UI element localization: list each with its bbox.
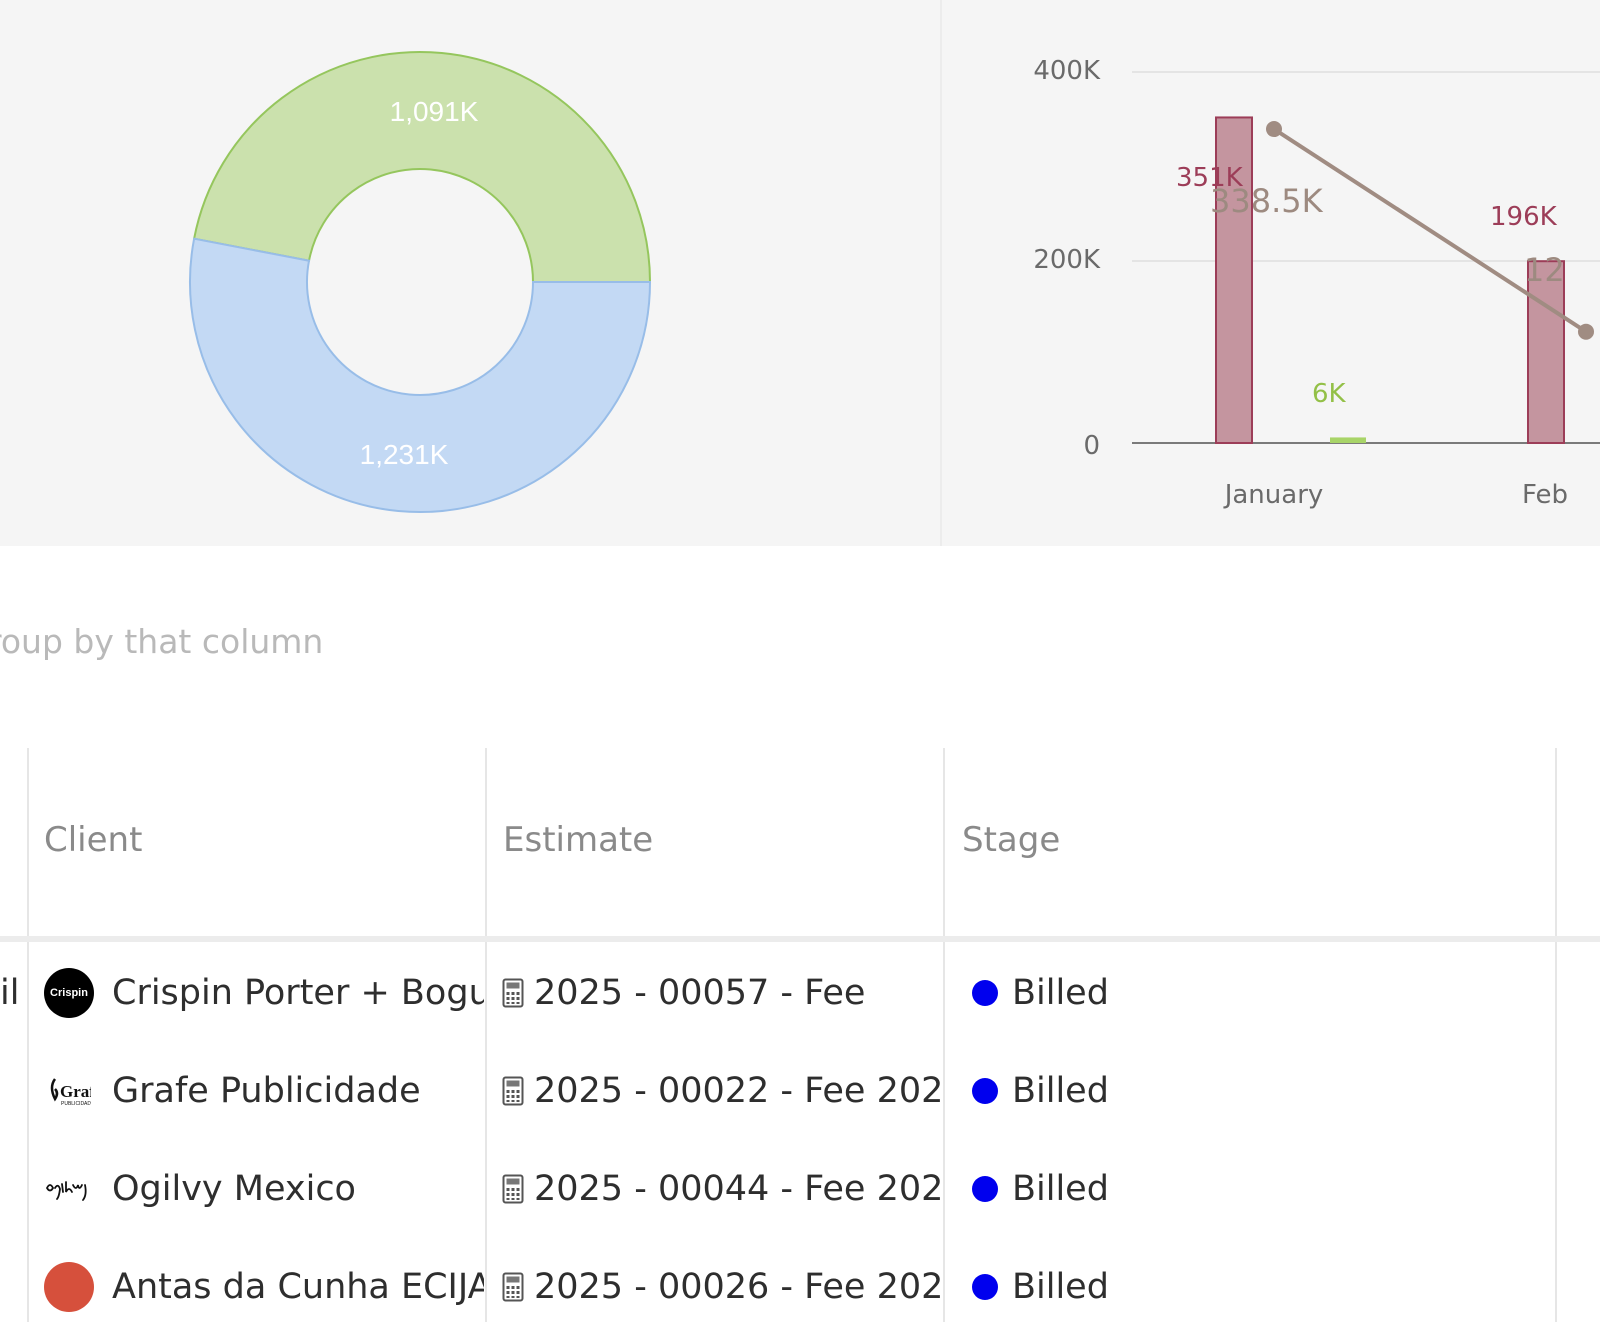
stage-cell[interactable]: Billed xyxy=(972,1042,1552,1140)
previous-column-cell xyxy=(0,1140,26,1238)
y-tick-0: 0 xyxy=(1083,431,1100,461)
table-row[interactable]: Ogilvy Mexico 2025 - 00044 - Fee 2025 Bi… xyxy=(0,1140,1600,1238)
stage-label: Billed xyxy=(1012,1169,1109,1209)
estimate-cell[interactable]: 2025 - 00022 - Fee 2025 xyxy=(502,1042,942,1140)
client-name: Antas da Cunha ECIJA xyxy=(112,1267,484,1307)
estimate-name: 2025 - 00057 - Fee xyxy=(534,973,866,1013)
previous-column-cell: il xyxy=(0,973,20,1013)
line-label-feb: 12 xyxy=(1524,251,1565,289)
status-dot-icon xyxy=(972,1274,998,1300)
x-tick-feb: Feb xyxy=(1522,480,1568,510)
svg-text:Grafe: Grafe xyxy=(60,1082,91,1101)
y-tick-400k: 400K xyxy=(1033,56,1101,86)
estimate-name: 2025 - 00022 - Fee 2025 xyxy=(534,1071,942,1111)
stage-cell[interactable]: Billed xyxy=(972,1140,1552,1238)
bar-chart-panel: 400K 200K 0 January Feb 351K 196K 6K 338… xyxy=(942,0,1600,546)
bar-label-january-green: 6K xyxy=(1312,379,1347,409)
client-name: Ogilvy Mexico xyxy=(112,1169,356,1209)
stage-label: Billed xyxy=(1012,973,1109,1013)
estimate-name: 2025 - 00026 - Fee 2025 xyxy=(534,1267,942,1307)
estimate-cell[interactable]: 2025 - 00057 - Fee xyxy=(502,944,942,1042)
header-separator xyxy=(0,936,1600,942)
estimate-cell[interactable]: 2025 - 00044 - Fee 2025 xyxy=(502,1140,942,1238)
calculator-icon xyxy=(502,978,524,1008)
client-logo xyxy=(44,1164,94,1214)
bar-label-feb: 196K xyxy=(1490,202,1558,232)
column-header-client[interactable]: Client xyxy=(44,820,142,860)
column-header-stage[interactable]: Stage xyxy=(962,820,1060,860)
estimates-table: Client Estimate Stage il Crispin Crispin… xyxy=(0,748,1600,1322)
line-label-january: 338.5K xyxy=(1210,182,1324,220)
stage-cell[interactable]: Billed xyxy=(972,944,1552,1042)
client-logo: Grafe PUBLICIDADE xyxy=(44,1066,94,1116)
table-row[interactable]: Grafe PUBLICIDADE Grafe Publicidade 2025… xyxy=(0,1042,1600,1140)
status-dot-icon xyxy=(972,1078,998,1104)
estimate-cell[interactable]: 2025 - 00026 - Fee 2025 xyxy=(502,1238,942,1322)
donut-slice-1091k[interactable] xyxy=(192,51,652,283)
calculator-icon xyxy=(502,1076,524,1106)
bar-green-january[interactable] xyxy=(1330,437,1366,443)
donut-chart-panel: 1,091K 1,231K xyxy=(0,0,940,546)
client-logo xyxy=(44,1262,94,1312)
line-point-feb[interactable] xyxy=(1578,323,1594,340)
table-header: Client Estimate Stage xyxy=(0,748,1600,938)
previous-column-cell xyxy=(0,1238,26,1322)
client-name: Crispin Porter + Bogusky xyxy=(112,973,484,1013)
table-row[interactable]: Antas da Cunha ECIJA 2025 - 00026 - Fee … xyxy=(0,1238,1600,1322)
x-tick-january: January xyxy=(1223,480,1324,510)
grafe-logo-icon: Grafe PUBLICIDADE xyxy=(50,1078,91,1107)
estimate-name: 2025 - 00044 - Fee 2025 xyxy=(534,1169,942,1209)
previous-column-cell xyxy=(0,1042,26,1140)
stage-label: Billed xyxy=(1012,1071,1109,1111)
line-point-january[interactable] xyxy=(1266,121,1282,138)
group-by-hint: roup by that column xyxy=(0,622,324,661)
donut-label-1091k: 1,091K xyxy=(390,96,479,127)
calculator-icon xyxy=(502,1272,524,1302)
ogilvy-logo-icon xyxy=(46,1181,87,1201)
table-row[interactable]: il Crispin Crispin Porter + Bogusky 2025… xyxy=(0,944,1600,1042)
bar-line-chart: 400K 200K 0 January Feb 351K 196K 6K 338… xyxy=(1033,56,1600,510)
client-name: Grafe Publicidade xyxy=(112,1071,421,1111)
stage-label: Billed xyxy=(1012,1267,1109,1307)
y-tick-200k: 200K xyxy=(1033,245,1101,275)
status-dot-icon xyxy=(972,1176,998,1202)
calculator-icon xyxy=(502,1174,524,1204)
client-logo: Crispin xyxy=(44,968,94,1018)
stage-cell[interactable]: Billed xyxy=(972,1238,1552,1322)
client-cell[interactable]: Ogilvy Mexico xyxy=(44,1140,484,1238)
client-cell[interactable]: Grafe PUBLICIDADE Grafe Publicidade xyxy=(44,1042,484,1140)
status-dot-icon xyxy=(972,980,998,1006)
donut-label-1231k: 1,231K xyxy=(360,439,449,470)
client-cell[interactable]: Antas da Cunha ECIJA xyxy=(44,1238,484,1322)
donut-chart: 1,091K 1,231K xyxy=(189,51,652,513)
client-cell[interactable]: Crispin Crispin Porter + Bogusky xyxy=(44,944,484,1042)
column-header-estimate[interactable]: Estimate xyxy=(503,820,653,860)
svg-text:PUBLICIDADE: PUBLICIDADE xyxy=(61,1101,91,1107)
